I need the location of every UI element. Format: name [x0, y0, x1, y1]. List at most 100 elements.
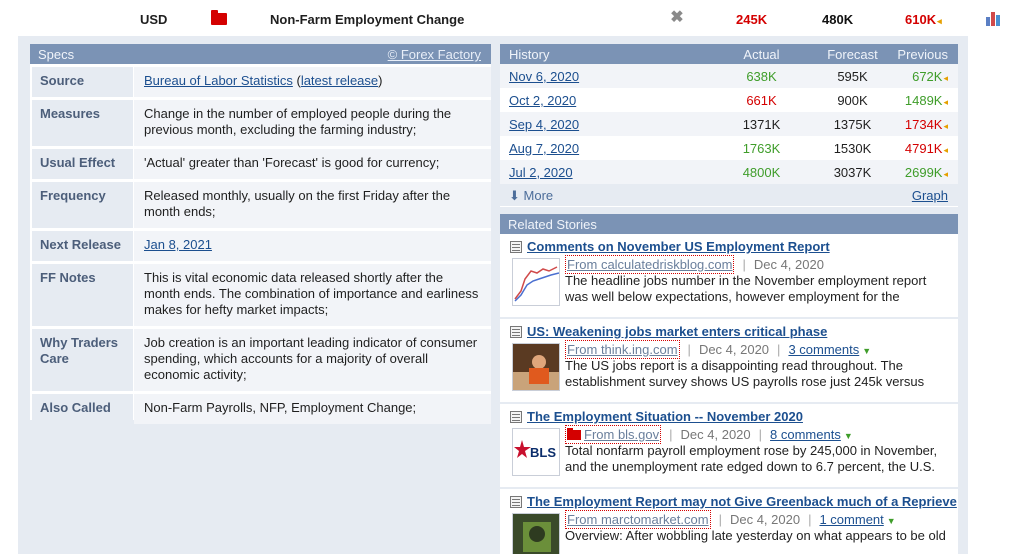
- spec-value: 'Actual' greater than 'Forecast' is good…: [134, 149, 491, 179]
- spec-label: Usual Effect: [32, 149, 133, 179]
- spec-label: Why Traders Care: [32, 329, 133, 391]
- story-meta: From think.ing.com | Dec 4, 2020 | 3 com…: [565, 340, 872, 359]
- history-footer: ⬇ More Graph: [500, 184, 958, 206]
- spec-label: Frequency: [32, 182, 133, 228]
- source-link[interactable]: Bureau of Labor Statistics: [144, 73, 293, 88]
- spec-value: Change in the number of employed people …: [134, 100, 491, 146]
- spec-label: Next Release: [32, 231, 133, 261]
- spec-value: Non-Farm Payrolls, NFP, Employment Chang…: [134, 394, 491, 424]
- spec-row-ff-notes: FF Notes This is vital economic data rel…: [30, 264, 491, 326]
- history-previous: 2699K◂: [904, 164, 948, 180]
- revised-marker-icon: ◂: [943, 96, 948, 107]
- spec-value: Job creation is an important leading ind…: [134, 329, 491, 391]
- revised-marker-icon: ◂: [943, 168, 948, 179]
- story-date: Dec 4, 2020: [729, 512, 801, 527]
- revised-marker-icon: ◂: [943, 120, 948, 131]
- history-previous: 4791K◂: [904, 140, 948, 156]
- spec-label: Source: [32, 67, 133, 97]
- story-comments[interactable]: 1 comment ▼: [819, 512, 895, 527]
- story-source[interactable]: From calculatedriskblog.com: [565, 255, 735, 274]
- history-row: Oct 2, 2020 661K 900K 1489K◂: [500, 88, 958, 112]
- comments-arrow-icon: ▼: [862, 346, 872, 356]
- svg-text:BLS: BLS: [530, 445, 556, 460]
- history-actual: 4800K: [742, 164, 781, 180]
- history-panel: History Actual Forecast Previous Nov 6, …: [500, 44, 958, 207]
- more-history-button[interactable]: ⬇ More: [509, 188, 553, 204]
- history-actual: 1763K: [742, 140, 781, 156]
- history-forecast: 1530K: [833, 140, 872, 156]
- spec-row-also-called: Also Called Non-Farm Payrolls, NFP, Empl…: [30, 394, 491, 424]
- story-source[interactable]: From bls.gov: [565, 425, 662, 444]
- history-forecast: 595K: [837, 68, 868, 84]
- history-forecast: 900K: [837, 92, 868, 108]
- article-icon: [510, 326, 522, 338]
- history-row: Aug 7, 2020 1763K 1530K 4791K◂: [500, 136, 958, 160]
- story-title-link[interactable]: US: Weakening jobs market enters critica…: [527, 324, 827, 339]
- line-chart-thumbnail[interactable]: [512, 258, 560, 306]
- spec-row-measures: Measures Change in the number of employe…: [30, 100, 491, 146]
- bar-chart-icon[interactable]: [985, 10, 1001, 26]
- forex-factory-link[interactable]: © Forex Factory: [388, 47, 481, 62]
- story-item: The Employment Report may not Give Green…: [500, 489, 958, 554]
- history-date-link[interactable]: Nov 6, 2020: [509, 69, 579, 84]
- story-meta: From calculatedriskblog.com | Dec 4, 202…: [565, 255, 824, 274]
- spec-row-source: Source Bureau of Labor Statistics (lates…: [30, 67, 491, 97]
- story-title-link[interactable]: The Employment Situation -- November 202…: [527, 409, 803, 424]
- specs-header: Specs © Forex Factory: [30, 44, 491, 64]
- story-date: Dec 4, 2020: [680, 427, 751, 442]
- photo-thumbnail[interactable]: [512, 513, 560, 554]
- history-date-link[interactable]: Aug 7, 2020: [509, 141, 579, 156]
- down-arrow-icon: ⬇: [509, 188, 520, 203]
- spec-value: Bureau of Labor Statistics (latest relea…: [134, 67, 491, 97]
- bls-logo-thumbnail[interactable]: BLS: [512, 428, 560, 476]
- spec-label: FF Notes: [32, 264, 133, 326]
- event-previous: 610K◂: [905, 12, 942, 27]
- story-title-link[interactable]: The Employment Report may not Give Green…: [527, 494, 957, 509]
- story-source[interactable]: From think.ing.com: [565, 340, 680, 359]
- spec-row-usual-effect: Usual Effect 'Actual' greater than 'Fore…: [30, 149, 491, 179]
- history-actual: 1371K: [742, 116, 781, 132]
- story-meta: From bls.gov | Dec 4, 2020 | 8 comments ▼: [565, 425, 853, 444]
- comments-arrow-icon: ▼: [886, 516, 896, 526]
- story-item: Comments on November US Employment Repor…: [500, 234, 958, 319]
- spec-row-why-traders-care: Why Traders Care Job creation is an impo…: [30, 329, 491, 391]
- spec-row-frequency: Frequency Released monthly, usually on t…: [30, 182, 491, 228]
- event-title[interactable]: Non-Farm Employment Change: [270, 12, 464, 27]
- high-impact-folder-icon: [211, 10, 227, 25]
- related-stories-header: Related Stories: [500, 214, 958, 234]
- history-date-link[interactable]: Sep 4, 2020: [509, 117, 579, 132]
- graph-link[interactable]: Graph: [912, 188, 948, 203]
- story-comments[interactable]: 3 comments ▼: [788, 342, 871, 357]
- next-release-link[interactable]: Jan 8, 2021: [144, 237, 212, 252]
- history-col-forecast: Forecast: [827, 46, 878, 62]
- story-source[interactable]: From marctomarket.com: [565, 510, 711, 529]
- history-previous: 1489K◂: [904, 92, 948, 108]
- story-comments[interactable]: 8 comments ▼: [770, 427, 853, 442]
- event-row[interactable]: USD Non-Farm Employment Change ✖ 245K 48…: [0, 0, 1024, 36]
- comments-arrow-icon: ▼: [843, 431, 853, 441]
- story-excerpt: The headline jobs number in the November…: [565, 273, 927, 304]
- history-row: Jul 2, 2020 4800K 3037K 2699K◂: [500, 160, 958, 184]
- history-row: Sep 4, 2020 1371K 1375K 1734K◂: [500, 112, 958, 136]
- close-icon[interactable]: ✖: [669, 10, 685, 26]
- revised-marker-icon: ◂: [943, 72, 948, 83]
- specs-panel: Specs © Forex Factory Source Bureau of L…: [30, 44, 491, 424]
- spec-value: Jan 8, 2021: [134, 231, 491, 261]
- history-date-link[interactable]: Jul 2, 2020: [509, 165, 573, 180]
- event-actual: 245K: [736, 12, 768, 27]
- revised-marker-icon: ◂: [937, 16, 942, 26]
- worker-photo-thumbnail[interactable]: [512, 343, 560, 391]
- history-header: History Actual Forecast Previous: [500, 44, 958, 64]
- history-row: Nov 6, 2020 638K 595K 672K◂: [500, 64, 958, 88]
- history-col-date: History: [509, 46, 550, 62]
- story-title-link[interactable]: Comments on November US Employment Repor…: [527, 239, 830, 254]
- history-date-link[interactable]: Oct 2, 2020: [509, 93, 576, 108]
- history-col-previous: Previous: [897, 46, 948, 62]
- story-date: Dec 4, 2020: [698, 342, 770, 357]
- history-table: Nov 6, 2020 638K 595K 672K◂ Oct 2, 2020 …: [500, 64, 958, 184]
- story-date: Dec 4, 2020: [753, 257, 824, 272]
- history-previous: 1734K◂: [904, 116, 948, 132]
- related-stories-panel: Related Stories Comments on November US …: [500, 214, 958, 554]
- story-excerpt: Overview: After wobbling late yesterday …: [565, 528, 946, 543]
- latest-release-link[interactable]: latest release: [301, 73, 378, 88]
